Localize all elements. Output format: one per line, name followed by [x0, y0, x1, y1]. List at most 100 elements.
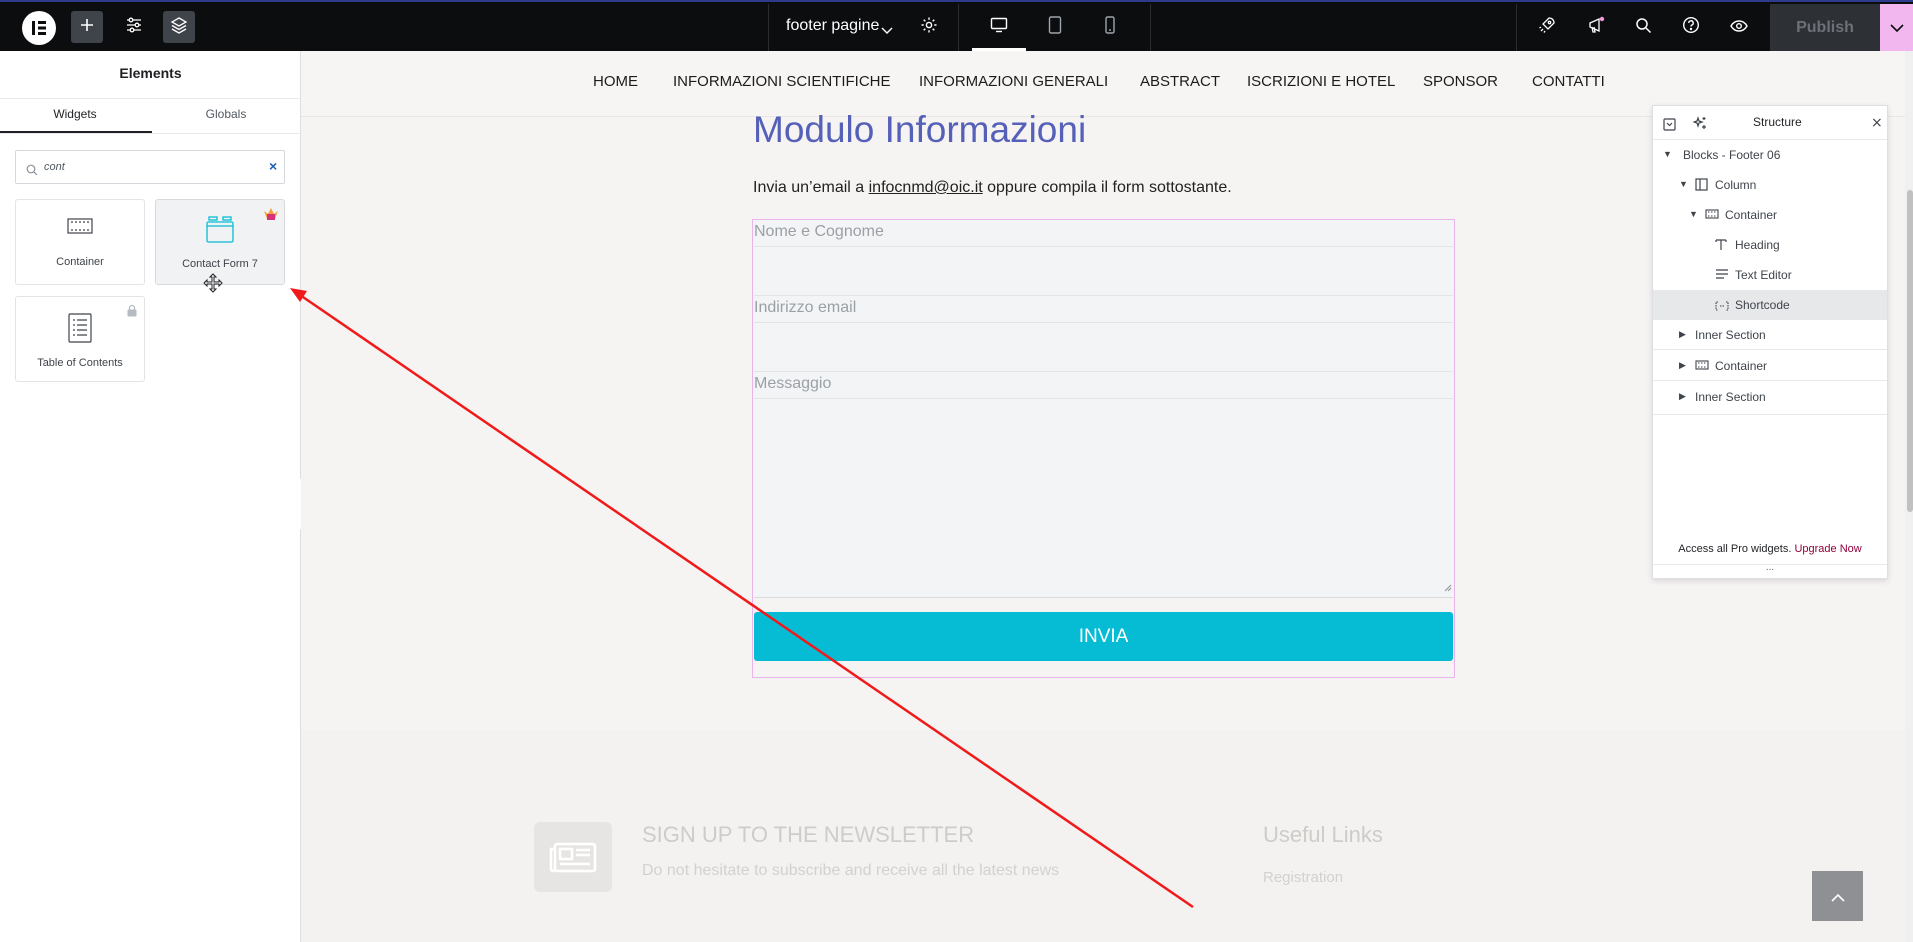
caret-down-icon[interactable]: ▼ — [1679, 179, 1688, 189]
shortcode-contact-form[interactable]: Nome e Cognome Indirizzo email Messaggio… — [752, 219, 1455, 678]
gear-icon — [920, 16, 938, 38]
submit-button[interactable]: INVIA — [754, 612, 1453, 661]
search-icon — [26, 161, 38, 180]
clear-search-icon[interactable]: × — [269, 158, 277, 174]
nav-abstract[interactable]: ABSTRACT — [1140, 73, 1220, 90]
upgrade-now-link[interactable]: Upgrade Now — [1794, 543, 1861, 555]
nav-informazioni-generali[interactable]: INFORMAZIONI GENERALI — [919, 73, 1108, 90]
divider — [1653, 414, 1887, 415]
structure-item-text-editor[interactable]: Text Editor — [1653, 260, 1887, 290]
structure-item-label: Container — [1725, 208, 1778, 222]
chevron-down-icon[interactable] — [881, 21, 893, 40]
close-icon[interactable]: × — [1871, 115, 1883, 131]
collapse-all-icon[interactable] — [1663, 116, 1676, 135]
divider — [1150, 4, 1151, 51]
widget-label: Container — [56, 256, 104, 268]
eye-icon — [1730, 18, 1748, 37]
tablet-view-button[interactable] — [1039, 11, 1071, 43]
structure-item-blocks-footer[interactable]: ▼ Blocks - Footer 06 — [1653, 140, 1887, 170]
canvas-scrollbar-thumb[interactable] — [1907, 190, 1913, 512]
chevron-down-icon — [1889, 18, 1904, 37]
structure-item-label: Heading — [1735, 238, 1780, 252]
field-label-name: Nome e Cognome — [754, 220, 1453, 246]
mobile-view-button[interactable] — [1094, 11, 1126, 43]
widget-table-of-contents[interactable]: Table of Contents — [15, 296, 145, 382]
search-button[interactable] — [1627, 11, 1659, 43]
publish-options-button[interactable] — [1880, 4, 1913, 51]
field-label-email: Indirizzo email — [754, 296, 1453, 322]
nav-informazioni-scientifiche[interactable]: INFORMAZIONI SCIENTIFICHE — [673, 73, 891, 90]
caret-right-icon[interactable]: ▶ — [1679, 329, 1686, 340]
form-intro-text[interactable]: Invia un’email a infocnmd@oic.it oppure … — [753, 179, 1232, 197]
structure-item-label: Inner Section — [1695, 328, 1766, 342]
structure-panel: Structure × ▼ Blocks - Footer 06 ▼ Colum… — [1652, 105, 1888, 579]
caret-down-icon[interactable]: ▼ — [1663, 149, 1672, 159]
structure-button[interactable] — [163, 11, 195, 43]
widget-contact-form-7[interactable]: Contact Form 7 — [155, 199, 285, 293]
structure-header: Structure × — [1653, 106, 1887, 140]
container-icon — [1695, 359, 1709, 374]
tab-widgets[interactable]: Widgets — [0, 107, 150, 121]
footer-link-registration[interactable]: Registration — [1263, 869, 1343, 886]
structure-item-label: Text Editor — [1735, 268, 1792, 282]
message-textarea[interactable] — [754, 398, 1453, 598]
structure-item-inner-section[interactable]: ▶ Inner Section — [1653, 382, 1887, 412]
divider — [0, 98, 301, 99]
promo-text: Access all Pro widgets. — [1678, 543, 1795, 555]
email-link[interactable]: infocnmd@oic.it — [869, 179, 983, 196]
desktop-view-button[interactable] — [983, 11, 1015, 43]
form-heading[interactable]: Modulo Informazioni — [753, 109, 1086, 151]
tab-globals[interactable]: Globals — [151, 107, 301, 121]
structure-item-container[interactable]: ▶ Container — [1653, 351, 1887, 381]
help-button[interactable] — [1675, 11, 1707, 43]
resize-handle-icon[interactable] — [1444, 577, 1452, 596]
newsletter-title: SIGN UP TO THE NEWSLETTER — [642, 822, 975, 847]
panel-resize-handle[interactable]: ... — [1653, 563, 1887, 578]
tablet-icon — [1048, 16, 1062, 38]
widget-label: Table of Contents — [37, 357, 123, 369]
email-input[interactable] — [754, 322, 1453, 372]
help-icon — [1682, 16, 1700, 38]
column-icon — [1695, 178, 1708, 194]
scroll-to-top-button[interactable] — [1812, 871, 1863, 921]
newsletter-text: Do not hesitate to subscribe and receive… — [642, 862, 1060, 879]
site-settings-button[interactable] — [118, 11, 150, 43]
widget-search-input[interactable] — [44, 159, 244, 175]
chevron-up-icon — [1830, 887, 1845, 906]
move-cursor-icon — [203, 273, 223, 297]
elementor-logo-icon[interactable] — [22, 11, 56, 45]
layers-icon — [170, 16, 188, 38]
mobile-icon — [1104, 16, 1116, 38]
structure-item-inner-section[interactable]: ▶ Inner Section — [1653, 320, 1887, 350]
name-input[interactable] — [754, 246, 1453, 296]
structure-item-label: Inner Section — [1695, 390, 1766, 404]
nav-contatti[interactable]: CONTATTI — [1532, 73, 1605, 90]
heading-icon — [1715, 238, 1727, 254]
ai-sparkle-icon[interactable] — [1692, 115, 1707, 134]
launchpad-button[interactable] — [1531, 11, 1563, 43]
nav-sponsor[interactable]: SPONSOR — [1423, 73, 1498, 90]
caret-right-icon[interactable]: ▶ — [1679, 391, 1686, 402]
structure-item-container[interactable]: ▼ Container — [1653, 200, 1887, 230]
text-editor-icon — [1715, 268, 1729, 283]
structure-item-shortcode[interactable]: Shortcode — [1653, 290, 1887, 320]
nav-iscrizioni-e-hotel[interactable]: ISCRIZIONI E HOTEL — [1247, 73, 1395, 90]
page-settings-button[interactable] — [913, 11, 945, 43]
nav-home[interactable]: HOME — [593, 73, 638, 90]
publish-button[interactable]: Publish — [1770, 4, 1880, 51]
widget-container[interactable]: Container — [15, 199, 145, 285]
intro-text: Invia un’email a — [753, 179, 869, 196]
desktop-icon — [990, 17, 1008, 37]
container-icon — [1705, 208, 1719, 223]
divider — [0, 133, 301, 134]
container-icon — [16, 216, 144, 236]
whats-new-button[interactable] — [1580, 11, 1612, 43]
document-title[interactable]: footer pagine — [786, 17, 879, 35]
caret-right-icon[interactable]: ▶ — [1679, 360, 1686, 371]
structure-item-heading[interactable]: Heading — [1653, 230, 1887, 260]
add-element-button[interactable] — [71, 11, 103, 43]
structure-item-column[interactable]: ▼ Column — [1653, 170, 1887, 200]
caret-down-icon[interactable]: ▼ — [1689, 209, 1698, 219]
preview-button[interactable] — [1723, 11, 1755, 43]
table-of-contents-icon — [16, 313, 144, 343]
